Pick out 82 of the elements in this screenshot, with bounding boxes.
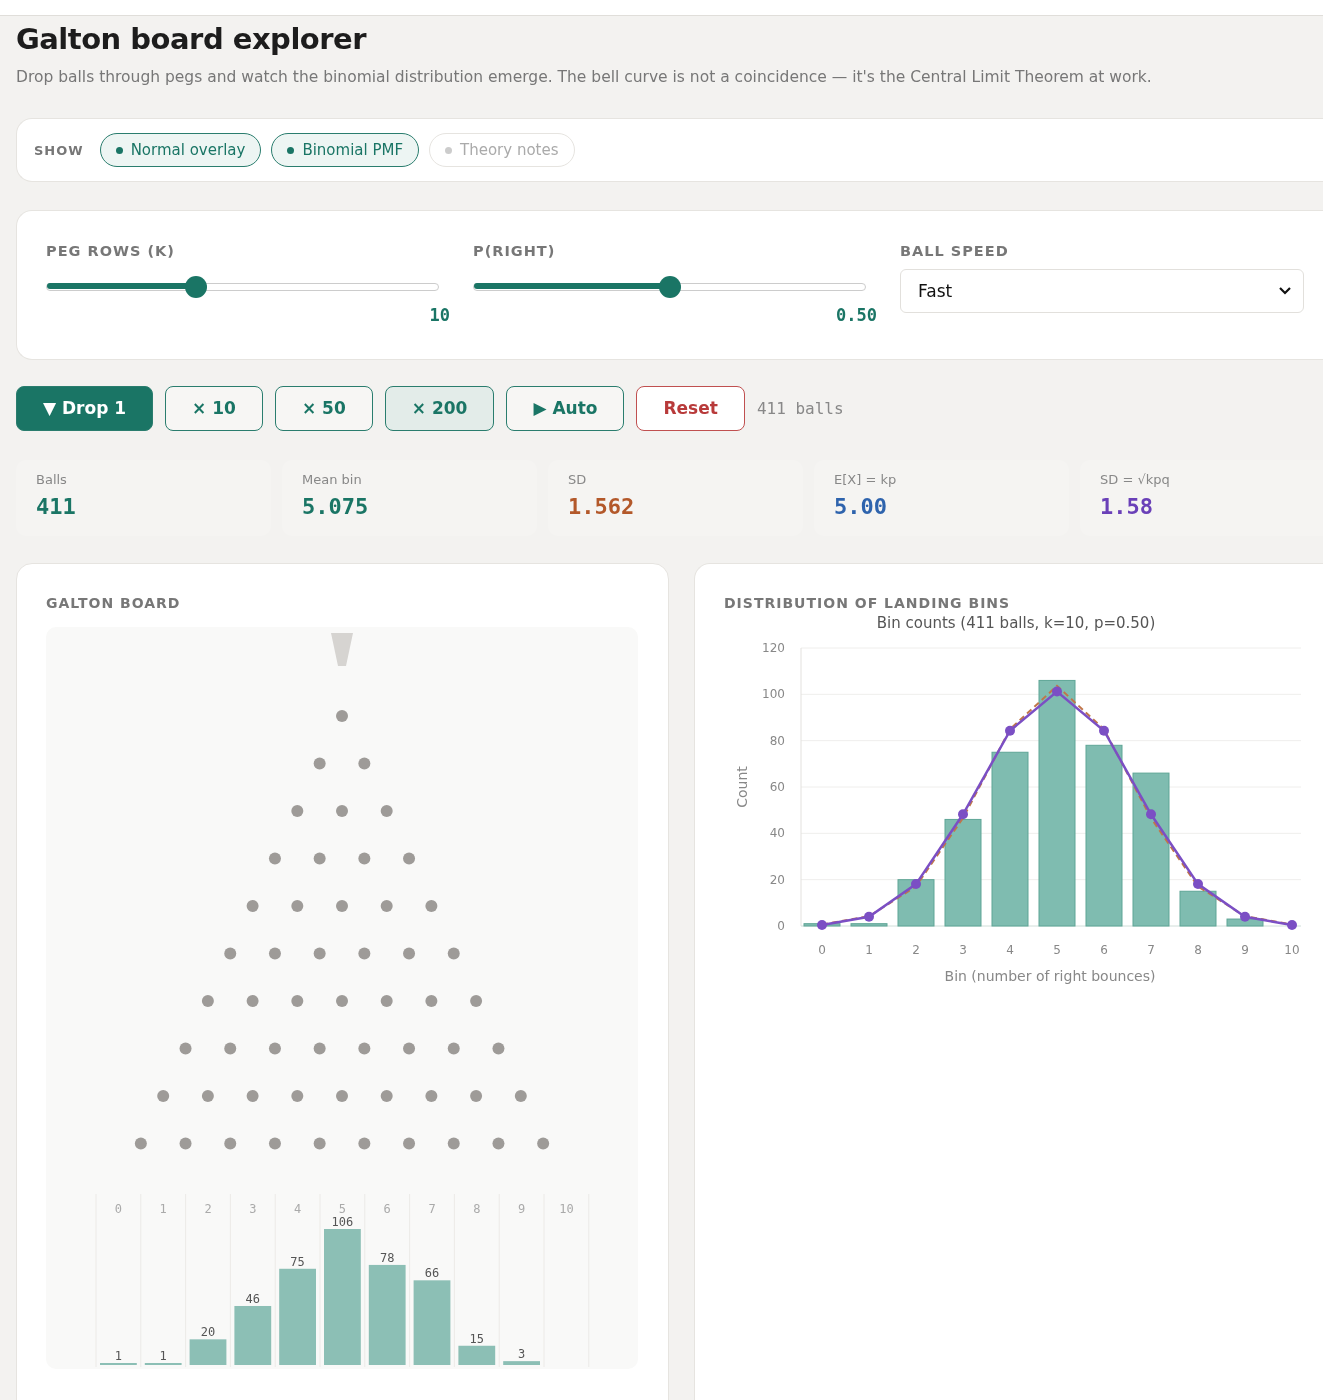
stat-label: SD = √kpq [1100, 472, 1171, 487]
y-tick: 20 [769, 872, 785, 887]
bin-label: 0 [114, 1202, 122, 1216]
y-tick: 0 [777, 919, 785, 933]
x-tick: 2 [912, 943, 920, 957]
bin-bar [458, 1345, 496, 1365]
action-button[interactable]: Reset [636, 385, 745, 431]
x-tick: 9 [1241, 943, 1249, 957]
slider-label: PEG ROWS (K) [46, 243, 176, 259]
x-tick: 6 [1100, 943, 1108, 957]
action-button[interactable]: × 10 [165, 385, 263, 431]
bin-label: 2 [204, 1202, 212, 1216]
y-tick: 60 [769, 780, 785, 794]
y-axis-label: Count [734, 766, 750, 808]
bin-count: 15 [469, 1331, 485, 1346]
x-tick: 0 [818, 943, 826, 957]
bin-count: 3 [518, 1347, 526, 1362]
bin-count: 1 [159, 1349, 167, 1363]
x-tick: 7 [1147, 943, 1155, 957]
chart-title: Bin counts (411 balls, k=10, p=0.50) [876, 614, 1156, 632]
stat-value: 5.075 [302, 494, 370, 519]
y-tick: 100 [762, 687, 785, 702]
bin-label: 9 [518, 1202, 526, 1216]
stat-label: Balls [36, 472, 68, 487]
stat-label: SD [568, 472, 588, 487]
action-button[interactable]: × 200 [384, 385, 495, 431]
bin-label: 5 [338, 1202, 346, 1216]
ball-count: 411 balls [756, 398, 844, 418]
bin-count: 78 [379, 1250, 395, 1265]
bin-bar [189, 1339, 227, 1365]
x-tick: 3 [959, 943, 967, 957]
x-tick: 4 [1006, 943, 1014, 957]
bin-label: 1 [159, 1202, 167, 1216]
bin-count: 20 [200, 1325, 216, 1340]
panel-title: DISTRIBUTION OF LANDING BINS [724, 595, 1012, 611]
speed-label: BALL SPEED [900, 243, 1010, 259]
action-button[interactable]: ▶ Auto [506, 385, 625, 431]
show-label: SHOW [34, 142, 84, 158]
bin-count: 106 [331, 1215, 354, 1229]
stat-value: 411 [36, 494, 77, 519]
x-tick: 10 [1284, 943, 1300, 957]
page-title: Galton board explorer [16, 22, 368, 56]
y-tick: 40 [769, 826, 785, 841]
y-tick: 120 [762, 641, 785, 655]
slider-value: 0.50 [836, 305, 877, 325]
toggle-chip[interactable]: Binomial PMF [271, 133, 420, 167]
action-button[interactable]: ▼ Drop 1 [16, 385, 154, 431]
bin-count: 1 [114, 1349, 122, 1363]
stat-value: 1.562 [568, 494, 636, 519]
x-tick: 1 [865, 943, 873, 957]
bin-label: 10 [559, 1202, 574, 1216]
speed-select[interactable]: Fast [900, 269, 1304, 313]
stat-label: E[X] = kp [834, 472, 898, 487]
count-bar [850, 923, 888, 927]
y-tick: 80 [769, 733, 785, 748]
bin-bar [503, 1361, 540, 1365]
bin-label: 3 [249, 1202, 257, 1216]
bin-count: 46 [245, 1292, 261, 1306]
bin-label: 4 [294, 1202, 302, 1216]
bin-label: 8 [473, 1202, 481, 1216]
x-axis-label: Bin (number of right bounces) [944, 968, 1156, 984]
bin-count: 75 [290, 1254, 305, 1269]
bin-label: 6 [383, 1202, 391, 1216]
slider-label: P(RIGHT) [473, 243, 557, 259]
action-button[interactable]: × 50 [274, 385, 373, 431]
toggle-chip[interactable]: Normal overlay [99, 133, 262, 167]
bin-label: 7 [428, 1202, 436, 1216]
x-tick: 8 [1194, 943, 1202, 957]
page-description: Drop balls through pegs and watch the binomial distribution emerge. The bell curve is not a coincidence — it's the Central Limit Theorem at work. [16, 68, 1153, 86]
count-bar [897, 879, 935, 927]
stat-value: 5.00 [834, 494, 888, 519]
chevron-icon [1279, 287, 1291, 295]
stat-label: Mean bin [302, 472, 363, 487]
x-tick: 5 [1053, 943, 1061, 957]
bin-bar [234, 1306, 272, 1365]
stat-value: 1.58 [1100, 494, 1154, 519]
panel-title: GALTON BOARD [46, 595, 182, 611]
count-bar [1179, 890, 1217, 927]
bin-count: 66 [424, 1266, 440, 1281]
count-bar [1226, 918, 1264, 927]
funnel-icon [331, 633, 353, 666]
slider-value: 10 [429, 305, 450, 325]
